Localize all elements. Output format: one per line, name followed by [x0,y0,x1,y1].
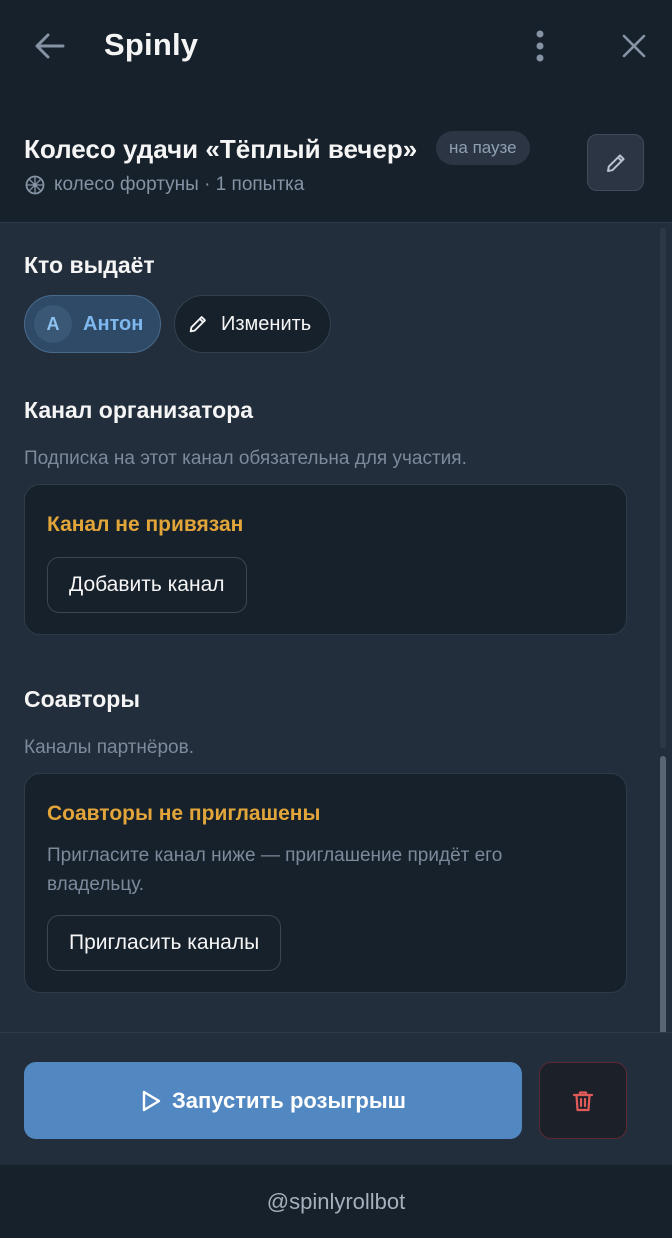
status-badge: на паузе [436,131,530,165]
scrollbar-track[interactable] [660,228,666,748]
add-channel-button[interactable]: Добавить канал [47,557,247,613]
coauthors-title: Соавторы [24,686,140,712]
close-icon [622,34,646,58]
settings-content: Кто выдаёт A Антон Изменить Канал органи… [0,224,672,1032]
play-icon [142,1090,161,1111]
subtitle-text: колесо фортуны · 1 попытка [54,174,305,195]
organizer-channel-title: Канал организатора [24,397,254,423]
change-issuer-button[interactable]: Изменить [174,295,331,353]
delete-giveaway-button[interactable] [539,1062,627,1139]
issuer-section-title: Кто выдаёт [24,252,155,278]
app-title: Spinly [104,27,199,62]
trash-icon [572,1090,594,1111]
organizer-channel-description: Подписка на этот канал обязательна для у… [24,448,467,469]
giveaway-title: Колесо удачи «Тёплый вечер» [24,134,418,164]
start-giveaway-label: Запустить розыгрыш [172,1087,406,1113]
issuer-user-name: Антон [83,312,144,335]
more-options-button[interactable] [520,26,560,66]
wheel-icon [24,174,46,196]
coauthors-description: Каналы партнёров. [24,737,194,758]
coauthors-hint-text: Пригласите канал ниже — приглашение прид… [47,845,503,895]
organizer-channel-card: Канал не привязан Добавить канал [24,484,627,635]
arrow-left-icon [35,33,65,59]
issuer-user-chip[interactable]: A Антон [24,295,161,353]
giveaway-subtitle: колесо фортуны · 1 попытка [24,174,304,196]
coauthors-status-text: Соавторы не приглашены [47,802,321,825]
giveaway-header: Колесо удачи «Тёплый вечер» на паузе кол… [0,92,672,223]
close-button[interactable] [614,26,654,66]
bot-handle[interactable]: @spinlyrollbot [267,1189,406,1215]
back-button[interactable] [30,26,70,66]
kebab-menu-icon [536,30,544,62]
pencil-icon [606,153,625,172]
bot-footer: @spinlyrollbot [0,1165,672,1238]
channel-status-text: Канал не привязан [47,513,244,536]
coauthors-card: Соавторы не приглашены Пригласите канал … [24,773,627,993]
pencil-icon [189,316,206,333]
start-giveaway-button[interactable]: Запустить розыгрыш [24,1062,522,1139]
top-bar: Spinly [0,0,672,92]
change-issuer-label: Изменить [221,312,312,335]
edit-giveaway-button[interactable] [587,134,644,191]
action-bar: Запустить розыгрыш [0,1032,672,1165]
invite-channels-button[interactable]: Пригласить каналы [47,915,282,971]
avatar: A [34,305,72,343]
